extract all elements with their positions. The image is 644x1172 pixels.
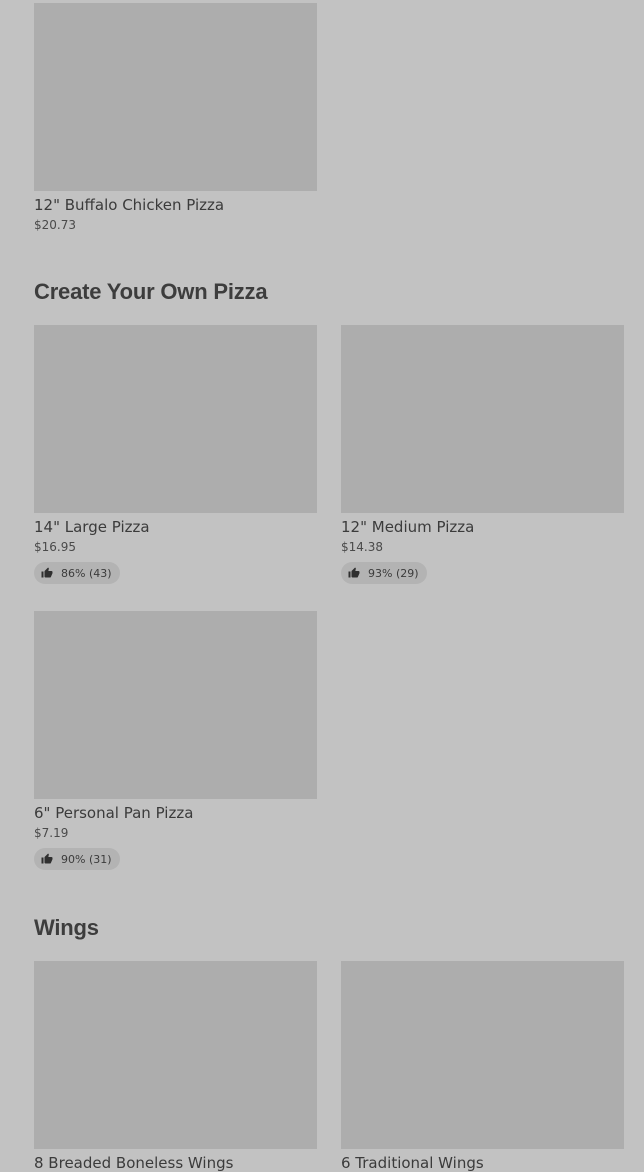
menu-item-price: $14.38 — [341, 540, 383, 554]
menu-item-card[interactable]: 12" Medium Pizza $14.38 93% (29) — [341, 325, 624, 584]
menu-item-image — [34, 611, 317, 799]
section-title-wings: Wings — [34, 915, 99, 940]
thumbs-up-icon — [41, 567, 53, 578]
menu-item-name: 6" Personal Pan Pizza — [34, 804, 194, 822]
menu-item-image — [34, 325, 317, 513]
menu-item-name: 12" Buffalo Chicken Pizza — [34, 196, 225, 214]
rating-text: 93% (29) — [368, 566, 419, 580]
menu-item-name: 14" Large Pizza — [34, 518, 150, 536]
rating-badge: 86% (43) — [34, 562, 120, 584]
menu-item-name: 6 Traditional Wings — [341, 1154, 484, 1172]
menu-item-card[interactable]: 8 Breaded Boneless Wings — [34, 961, 317, 1172]
menu-item-image — [34, 961, 317, 1149]
thumbs-up-icon — [348, 567, 360, 578]
menu-item-card[interactable]: 6 Traditional Wings — [341, 961, 624, 1172]
menu-item-image — [34, 3, 317, 191]
menu-item-name: 8 Breaded Boneless Wings — [34, 1154, 234, 1172]
menu-item-price: $7.19 — [34, 826, 69, 840]
menu-item-card[interactable]: 6" Personal Pan Pizza $7.19 90% (31) — [34, 611, 317, 870]
menu-item-card[interactable]: 14" Large Pizza $16.95 86% (43) — [34, 325, 317, 584]
menu-item-name: 12" Medium Pizza — [341, 518, 475, 536]
rating-text: 86% (43) — [61, 566, 112, 580]
menu-item-price: $16.95 — [34, 540, 76, 554]
menu-item-image — [341, 961, 624, 1149]
menu-item-price: $20.73 — [34, 218, 76, 232]
thumbs-up-icon — [41, 853, 53, 864]
menu-item-image — [341, 325, 624, 513]
rating-text: 90% (31) — [61, 852, 112, 866]
rating-badge: 90% (31) — [34, 848, 120, 870]
rating-badge: 93% (29) — [341, 562, 427, 584]
section-title-create-your-own-pizza: Create Your Own Pizza — [34, 279, 268, 304]
menu-item-card[interactable]: 12" Buffalo Chicken Pizza $20.73 — [34, 3, 317, 232]
